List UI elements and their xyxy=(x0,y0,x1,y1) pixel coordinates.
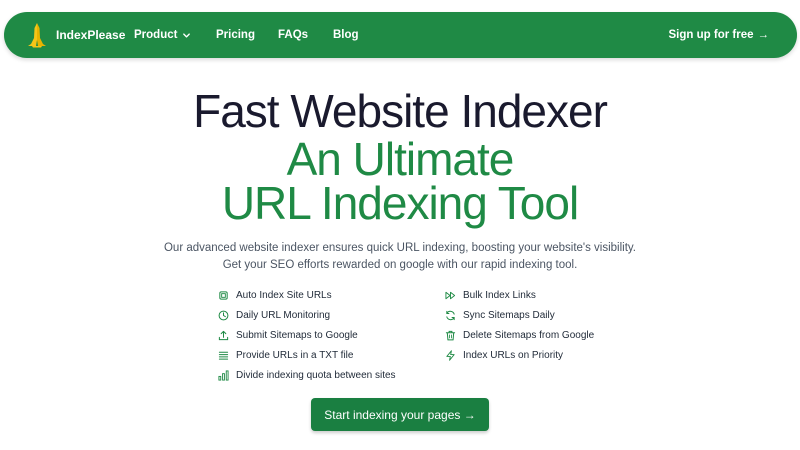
feature-priority-index: Index URLs on Priority xyxy=(445,347,563,363)
start-indexing-button[interactable]: Start indexing your pages → xyxy=(311,398,489,431)
hands-logo-icon xyxy=(28,23,46,48)
arrow-right-icon: → xyxy=(757,29,770,41)
feature-submit-sitemaps: Submit Sitemaps to Google xyxy=(218,327,358,343)
feature-txt-file: Provide URLs in a TXT file xyxy=(218,347,353,363)
hero-title-accent-line1: An Ultimate xyxy=(286,133,515,185)
chevron-down-icon xyxy=(183,32,191,38)
nav-faqs[interactable]: FAQs xyxy=(278,12,308,58)
fast-forward-icon xyxy=(445,291,456,299)
list-icon xyxy=(218,351,229,360)
top-navbar: IndexPlease Product Pricing FAQs Blog Si… xyxy=(4,12,797,58)
nav-blog[interactable]: Blog xyxy=(333,12,359,58)
hero-title: Fast Website Indexer xyxy=(193,85,608,137)
feature-sync-sitemaps: Sync Sitemaps Daily xyxy=(445,307,555,323)
clock-icon xyxy=(218,310,229,320)
refresh-icon xyxy=(446,310,455,320)
lightning-icon xyxy=(446,349,455,361)
feature-auto-index: Auto Index Site URLs xyxy=(218,287,332,303)
feature-label: Delete Sitemaps from Google xyxy=(463,329,595,341)
feature-label: Sync Sitemaps Daily xyxy=(463,309,555,321)
upload-icon xyxy=(218,330,229,340)
feature-delete-sitemaps: Delete Sitemaps from Google xyxy=(445,327,594,343)
feature-label: Bulk Index Links xyxy=(463,289,536,301)
feature-label: Index URLs on Priority xyxy=(463,349,564,361)
hero-title-accent-line2: URL Indexing Tool xyxy=(221,177,579,229)
hero-subtitle-line2: Get your SEO efforts rewarded on google … xyxy=(222,259,578,271)
signup-button[interactable]: Sign up for free → xyxy=(669,12,769,58)
nav-product-label: Product xyxy=(134,29,178,41)
feature-daily-monitoring: Daily URL Monitoring xyxy=(218,307,330,323)
chip-icon xyxy=(219,290,228,300)
feature-divide-quota: Divide indexing quota between sites xyxy=(218,367,396,383)
signup-label: Sign up for free xyxy=(668,29,754,41)
brand-link[interactable]: IndexPlease xyxy=(26,21,125,49)
feature-label: Submit Sitemaps to Google xyxy=(236,329,358,341)
bar-chart-icon xyxy=(218,369,229,381)
feature-label: Divide indexing quota between sites xyxy=(236,369,396,381)
hero-subtitle-line1: Our advanced website indexer ensures qui… xyxy=(163,242,637,254)
feature-label: Daily URL Monitoring xyxy=(236,309,331,321)
nav-pricing[interactable]: Pricing xyxy=(216,12,255,58)
feature-label: Provide URLs in a TXT file xyxy=(236,349,354,361)
feature-label: Auto Index Site URLs xyxy=(236,289,332,301)
feature-bulk-index: Bulk Index Links xyxy=(445,287,536,303)
nav-product[interactable]: Product xyxy=(134,12,191,58)
trash-icon xyxy=(445,330,456,340)
brand-name: IndexPlease xyxy=(56,28,126,42)
